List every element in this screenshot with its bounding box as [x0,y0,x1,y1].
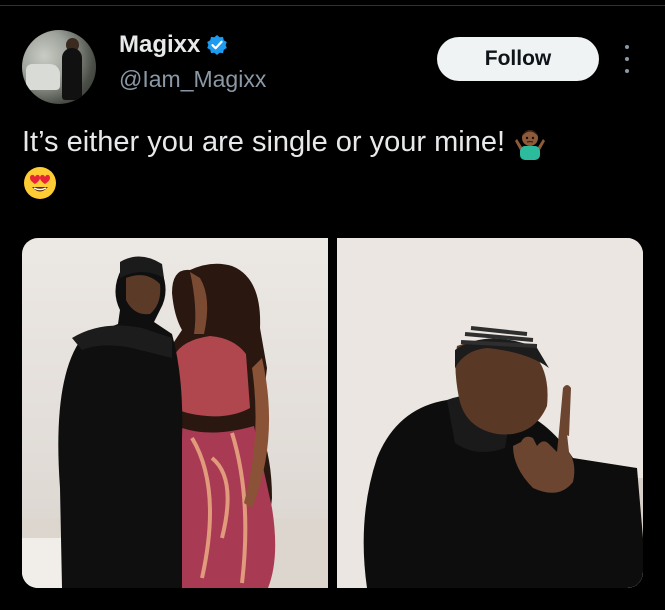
couple-photo[interactable] [22,238,328,588]
tweet-text: It’s either you are single or your mine! [22,122,642,202]
user-handle[interactable]: @Iam_Magixx [119,66,266,93]
person-shrugging-emoji-icon [513,126,547,161]
tweet-media[interactable] [22,238,643,588]
more-options-icon[interactable] [620,45,634,73]
tweet-body: It’s either you are single or your mine! [22,126,506,158]
name-row: Magixx [119,31,228,59]
avatar-person [62,48,82,100]
avatar-car [26,64,60,90]
heart-eyes-emoji-icon [22,165,58,201]
display-name[interactable]: Magixx [119,31,200,59]
top-divider [0,5,665,6]
profile-avatar[interactable] [22,30,96,104]
follow-button[interactable]: Follow [437,37,599,81]
verified-badge-icon [206,34,228,56]
man-hand-sign-photo[interactable] [337,238,643,588]
